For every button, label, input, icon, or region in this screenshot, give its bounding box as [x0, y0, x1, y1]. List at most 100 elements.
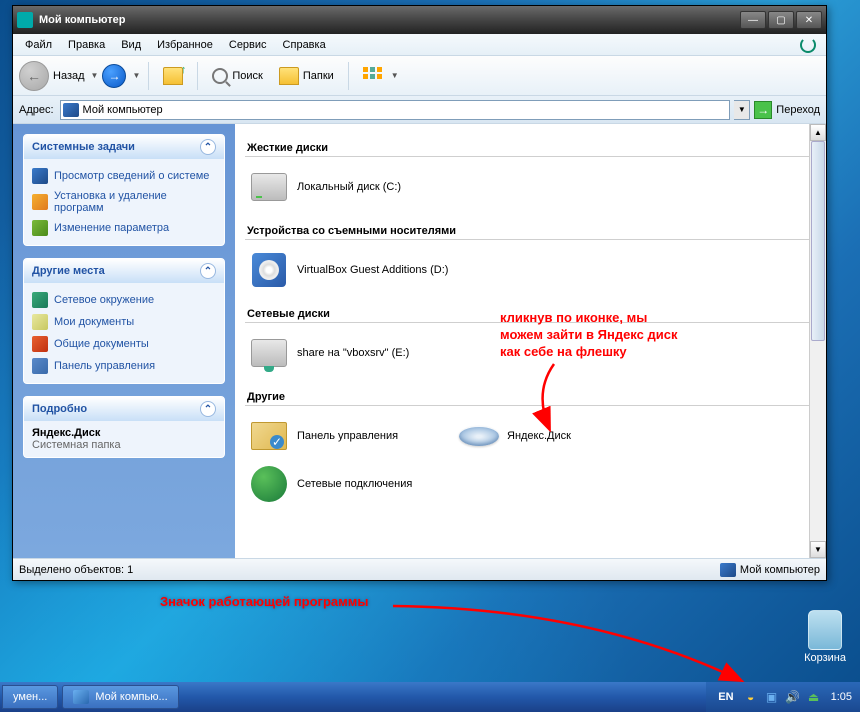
go-label[interactable]: Переход: [776, 104, 820, 116]
status-location: Мой компьютер: [740, 564, 820, 576]
menu-file[interactable]: Файл: [17, 36, 60, 54]
tray-display-icon[interactable]: ▣: [764, 689, 780, 705]
maximize-button[interactable]: ▢: [768, 11, 794, 29]
address-input[interactable]: Мой компьютер: [60, 100, 731, 120]
back-dropdown[interactable]: ▼: [91, 71, 99, 80]
menu-edit[interactable]: Правка: [60, 36, 113, 54]
task-change-setting[interactable]: Изменение параметра: [32, 217, 216, 239]
back-label: Назад: [53, 70, 85, 82]
views-button[interactable]: ▼: [357, 64, 405, 88]
menubar: Файл Правка Вид Избранное Сервис Справка: [13, 34, 826, 56]
window-title: Мой компьютер: [39, 14, 740, 26]
task-button-explorer[interactable]: Мой компью...: [62, 685, 178, 709]
menu-fav[interactable]: Избранное: [149, 36, 221, 54]
item-label: Локальный диск (C:): [297, 181, 401, 193]
statusbar: Выделено объектов: 1 Мой компьютер: [13, 558, 826, 580]
item-label: share на "vboxsrv" (E:): [297, 347, 409, 359]
control-panel-icon: [32, 358, 48, 374]
lang-indicator[interactable]: EN: [714, 689, 737, 705]
settings-icon: [32, 220, 48, 236]
sidebar: Системные задачи ⌃ Просмотр сведений о с…: [13, 124, 235, 558]
task-add-remove[interactable]: Установка и удаление программ: [32, 187, 216, 217]
computer-icon: [73, 690, 89, 704]
toolbar: ← Назад ▼ → ▼ Поиск Папки ▼: [13, 56, 826, 96]
window-icon: [17, 12, 33, 28]
drive-item[interactable]: Локальный диск (C:): [245, 163, 455, 211]
back-button[interactable]: ←: [19, 61, 49, 91]
menu-view[interactable]: Вид: [113, 36, 149, 54]
place-shared-docs[interactable]: Общие документы: [32, 333, 216, 355]
documents-icon: [32, 314, 48, 330]
shared-docs-icon: [32, 336, 48, 352]
forward-button[interactable]: →: [102, 64, 126, 88]
panel-details: Подробно ⌃ Яндекс.Диск Системная папка: [23, 396, 225, 458]
status-selection: Выделено объектов: 1: [19, 564, 133, 576]
panel-head-details[interactable]: Подробно ⌃: [24, 397, 224, 421]
taskbar: умен... Мой компью... EN ◒ ▣ 🔊 ⏏ 1:05: [0, 682, 860, 712]
folder-icon: [279, 67, 299, 85]
address-dropdown[interactable]: ▼: [734, 100, 750, 120]
collapse-icon[interactable]: ⌃: [200, 401, 216, 417]
item-label: Сетевые подключения: [297, 478, 412, 490]
cp-icon: [249, 416, 289, 456]
panel-other-places: Другие места ⌃ Сетевое окружение Мои док…: [23, 258, 225, 384]
netd-icon: [249, 333, 289, 373]
drive-item[interactable]: VirtualBox Guest Additions (D:): [245, 246, 455, 294]
scroll-up[interactable]: ▲: [810, 124, 826, 141]
forward-dropdown[interactable]: ▼: [132, 71, 140, 80]
clock[interactable]: 1:05: [831, 691, 852, 703]
annotation-tray-icon: Значок работающей программы: [160, 594, 368, 609]
scrollbar-vertical[interactable]: ▲ ▼: [809, 124, 826, 558]
place-my-docs[interactable]: Мои документы: [32, 311, 216, 333]
tray-safely-remove-icon[interactable]: ⏏: [806, 689, 822, 705]
panel-head-places[interactable]: Другие места ⌃: [24, 259, 224, 283]
drive-item[interactable]: Яндекс.Диск: [455, 412, 665, 460]
tray-volume-icon[interactable]: 🔊: [785, 689, 801, 705]
place-control-panel[interactable]: Панель управления: [32, 355, 216, 377]
scroll-thumb[interactable]: [811, 141, 825, 341]
network-icon: [32, 292, 48, 308]
detail-name: Яндекс.Диск: [32, 427, 216, 439]
cd-icon: [249, 250, 289, 290]
annotation-click-icon: кликнув по иконке, мы можем зайти в Янде…: [500, 310, 690, 361]
minimize-button[interactable]: —: [740, 11, 766, 29]
panel-system-tasks: Системные задачи ⌃ Просмотр сведений о с…: [23, 134, 225, 246]
computer-icon: [720, 563, 736, 577]
task-button-doc[interactable]: умен...: [2, 685, 58, 709]
close-button[interactable]: ✕: [796, 11, 822, 29]
menu-help[interactable]: Справка: [275, 36, 334, 54]
collapse-icon[interactable]: ⌃: [200, 139, 216, 155]
item-label: VirtualBox Guest Additions (D:): [297, 264, 448, 276]
ydisk-icon: [459, 416, 499, 456]
drive-item[interactable]: share на "vboxsrv" (E:): [245, 329, 455, 377]
throbber-icon: [794, 36, 822, 54]
recycle-bin-icon: [808, 610, 842, 650]
drive-item[interactable]: Сетевые подключения: [245, 460, 455, 508]
panel-head-tasks[interactable]: Системные задачи ⌃: [24, 135, 224, 159]
annotation-arrow-2: [390, 598, 746, 686]
recycle-bin[interactable]: Корзина: [804, 610, 846, 664]
go-button[interactable]: →: [754, 101, 772, 119]
views-icon: [363, 67, 385, 85]
titlebar[interactable]: Мой компьютер — ▢ ✕: [13, 6, 826, 34]
drive-item[interactable]: Панель управления: [245, 412, 455, 460]
task-system-info[interactable]: Просмотр сведений о системе: [32, 165, 216, 187]
explorer-window: Мой компьютер — ▢ ✕ Файл Правка Вид Избр…: [12, 5, 827, 581]
group-header: Устройства со съемными носителями: [245, 219, 816, 240]
collapse-icon[interactable]: ⌃: [200, 263, 216, 279]
folders-button[interactable]: Папки: [273, 64, 340, 88]
hdd-icon: [249, 167, 289, 207]
menu-tools[interactable]: Сервис: [221, 36, 275, 54]
address-label: Адрес:: [19, 104, 54, 116]
place-network[interactable]: Сетевое окружение: [32, 289, 216, 311]
system-tray: EN ◒ ▣ 🔊 ⏏ 1:05: [706, 682, 860, 712]
search-button[interactable]: Поиск: [206, 65, 268, 87]
group-header: Жесткие диски: [245, 136, 816, 157]
address-value: Мой компьютер: [83, 104, 163, 116]
scroll-down[interactable]: ▼: [810, 541, 826, 558]
tray-yandex-icon[interactable]: ◒: [743, 689, 759, 705]
system-info-icon: [32, 168, 48, 184]
folder-up-icon: [163, 67, 183, 85]
up-button[interactable]: [157, 64, 189, 88]
computer-icon: [63, 103, 79, 117]
